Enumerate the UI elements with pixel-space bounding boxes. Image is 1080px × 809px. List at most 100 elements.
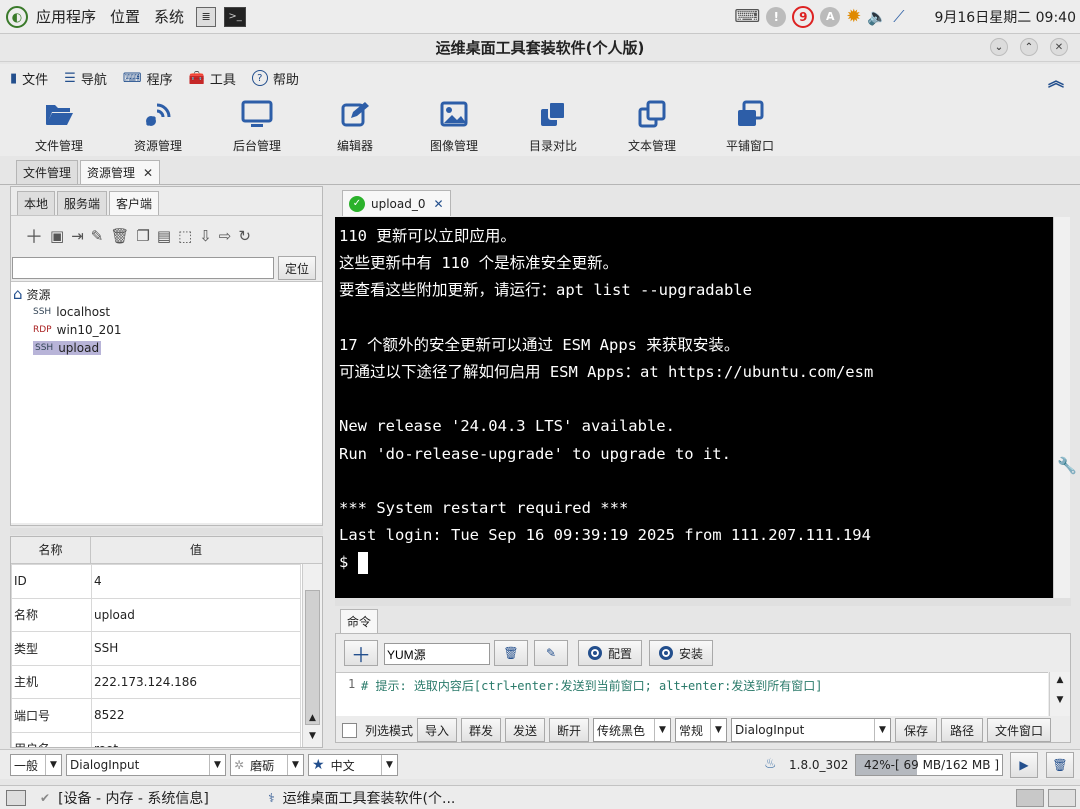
- menu-help[interactable]: ? 帮助: [251, 69, 299, 88]
- file-window-button[interactable]: 文件窗口: [987, 718, 1052, 742]
- keyboard-indicator-icon[interactable]: ⌨: [734, 6, 760, 27]
- taskbar-item-ops-tools[interactable]: 运维桌面工具套装软件(个...: [283, 788, 456, 808]
- toolbar-resource-manager[interactable]: 资源管理: [113, 98, 203, 154]
- workspace-switcher-2[interactable]: [1048, 788, 1076, 807]
- path-button[interactable]: 路径: [941, 718, 984, 742]
- volume-icon[interactable]: 🔈: [867, 7, 887, 26]
- minimize-icon[interactable]: ⌄: [990, 38, 1008, 56]
- tab-client[interactable]: 客户端: [109, 191, 160, 215]
- show-desktop-icon[interactable]: [6, 789, 26, 806]
- paste-icon[interactable]: ▤: [157, 227, 171, 245]
- memory-indicator[interactable]: 42%-[ 69 MB/162 MB ]: [855, 754, 1003, 776]
- toolbar-text-manager[interactable]: 文本管理: [607, 98, 697, 154]
- wrench-icon[interactable]: 🔧: [1057, 456, 1077, 475]
- network-icon[interactable]: ⟋: [893, 7, 904, 27]
- tab-resource-manager[interactable]: 资源管理 ✕: [80, 160, 161, 184]
- update-notifier-icon[interactable]: ✹: [846, 6, 861, 27]
- toolbar-editor[interactable]: 编辑器: [310, 98, 400, 154]
- status-font-select[interactable]: DialogInput ▼: [66, 754, 226, 776]
- refresh-icon[interactable]: ↻: [238, 227, 251, 245]
- splitter[interactable]: [335, 598, 1071, 606]
- theme-select[interactable]: 传统黑色 ▼: [593, 718, 672, 742]
- install-button[interactable]: 安装: [649, 640, 713, 666]
- broadcast-button[interactable]: 群发: [461, 718, 502, 742]
- maximize-icon[interactable]: ⌃: [1020, 38, 1038, 56]
- copy-icon[interactable]: ❐: [136, 227, 149, 245]
- export-icon[interactable]: ⇨: [219, 227, 232, 245]
- move-icon[interactable]: ⬚: [178, 227, 192, 245]
- system-menu[interactable]: 系统: [154, 6, 184, 27]
- table-row[interactable]: ID 4: [11, 564, 301, 599]
- style-select[interactable]: 常规 ▼: [675, 718, 728, 742]
- toolbar-image-manager[interactable]: 图像管理: [409, 98, 499, 154]
- close-tab-icon[interactable]: ✕: [143, 166, 153, 180]
- tab-file-manager[interactable]: 文件管理: [16, 160, 79, 184]
- font-select[interactable]: DialogInput ▼: [731, 718, 892, 742]
- collapse-toolbar-icon[interactable]: ︽: [1048, 67, 1064, 91]
- terminal-scrollbar[interactable]: [1053, 217, 1070, 598]
- window-title-bar[interactable]: 运维桌面工具套装软件(个人版) ⌄ ⌃ ✕: [0, 34, 1080, 62]
- tree-root[interactable]: ⌂ 资源: [13, 285, 320, 303]
- taskbar-item-sysinfo[interactable]: [设备 - 内存 - 系统信息]: [58, 788, 258, 808]
- add-folder-icon[interactable]: ▣: [50, 227, 64, 245]
- connect-icon[interactable]: ⇥: [71, 227, 84, 245]
- command-scrollbar[interactable]: ▲ ▼: [1049, 672, 1070, 716]
- import-icon[interactable]: ⇩: [199, 227, 212, 245]
- text-editor-launcher-icon[interactable]: ≣: [196, 6, 217, 27]
- tab-session-upload[interactable]: ✓ upload_0 ✕: [342, 190, 451, 216]
- command-editor[interactable]: 1 # 提示: 选取内容后[ctrl+enter:发送到当前窗口; alt+en…: [336, 672, 1048, 716]
- clock[interactable]: 9月16日星期二 09:40: [934, 7, 1076, 27]
- locate-button[interactable]: 定位: [278, 256, 316, 280]
- command-name-input[interactable]: [384, 643, 490, 665]
- terminal-launcher-icon[interactable]: >_: [224, 6, 247, 27]
- info-indicator-icon[interactable]: !: [766, 6, 787, 27]
- edit-command-button[interactable]: ✎: [534, 640, 568, 666]
- accessibility-indicator-icon[interactable]: A: [820, 6, 841, 27]
- menu-tools[interactable]: 🧰 工具: [189, 69, 236, 88]
- notification-count-badge[interactable]: 9: [792, 5, 815, 28]
- import-button[interactable]: 导入: [417, 718, 458, 742]
- locate-input[interactable]: [12, 257, 274, 279]
- gc-run-button[interactable]: ▶: [1010, 752, 1038, 778]
- menu-program[interactable]: ⌨ 程序: [123, 69, 173, 88]
- tab-server[interactable]: 服务端: [57, 191, 108, 215]
- distro-logo-icon[interactable]: ◐: [6, 5, 28, 28]
- save-button[interactable]: 保存: [895, 718, 938, 742]
- add-icon[interactable]: ＋: [25, 223, 43, 249]
- mode-select[interactable]: 一般 ▼: [10, 754, 62, 776]
- trash-button[interactable]: 🗑: [1046, 752, 1074, 778]
- send-button[interactable]: 发送: [505, 718, 546, 742]
- terminal-output[interactable]: 110 更新可以立即应用。 这些更新中有 110 个是标准安全更新。 要查看这些…: [335, 217, 1053, 598]
- tab-local[interactable]: 本地: [17, 191, 56, 215]
- menu-navigation[interactable]: ☰ 导航: [64, 69, 107, 88]
- close-tab-icon[interactable]: ✕: [434, 197, 444, 211]
- table-row[interactable]: 类型 SSH: [11, 631, 301, 666]
- splitter[interactable]: [10, 528, 323, 535]
- table-row[interactable]: 用户名root: [11, 731, 301, 747]
- disconnect-button[interactable]: 断开: [549, 718, 590, 742]
- tree-item-localhost[interactable]: SSH localhost: [13, 303, 320, 321]
- close-icon[interactable]: ✕: [1050, 38, 1068, 56]
- workspace-switcher-1[interactable]: [1016, 788, 1044, 807]
- tree-item-upload[interactable]: SSH upload: [13, 339, 320, 357]
- column-mode-checkbox[interactable]: [342, 722, 357, 738]
- skin-select[interactable]: ✲ 磨砺 ▼: [230, 754, 304, 776]
- table-row[interactable]: 主机 222.173.124.186: [11, 664, 301, 699]
- places-menu[interactable]: 位置: [110, 6, 140, 27]
- applications-menu[interactable]: 应用程序: [36, 6, 96, 27]
- toolbar-file-manager[interactable]: 文件管理: [14, 98, 104, 154]
- add-command-button[interactable]: ＋: [344, 640, 378, 667]
- menu-file[interactable]: ▮ 文件: [10, 69, 48, 88]
- delete-icon[interactable]: 🗑: [110, 227, 129, 245]
- toolbar-directory-compare[interactable]: 目录对比: [508, 98, 598, 154]
- tree-item-win10[interactable]: RDP win10_201: [13, 321, 320, 339]
- delete-command-button[interactable]: 🗑: [494, 640, 528, 666]
- language-select[interactable]: ★ 中文 ▼: [308, 754, 398, 776]
- toolbar-backend-manager[interactable]: 后台管理: [212, 98, 302, 154]
- header-name[interactable]: 名称: [11, 537, 91, 563]
- header-value[interactable]: 值: [91, 537, 301, 563]
- tab-command[interactable]: 命令: [340, 609, 379, 633]
- edit-icon[interactable]: ✎: [91, 227, 104, 245]
- config-button[interactable]: 配置: [578, 640, 642, 666]
- table-row[interactable]: 名称 upload: [11, 597, 301, 632]
